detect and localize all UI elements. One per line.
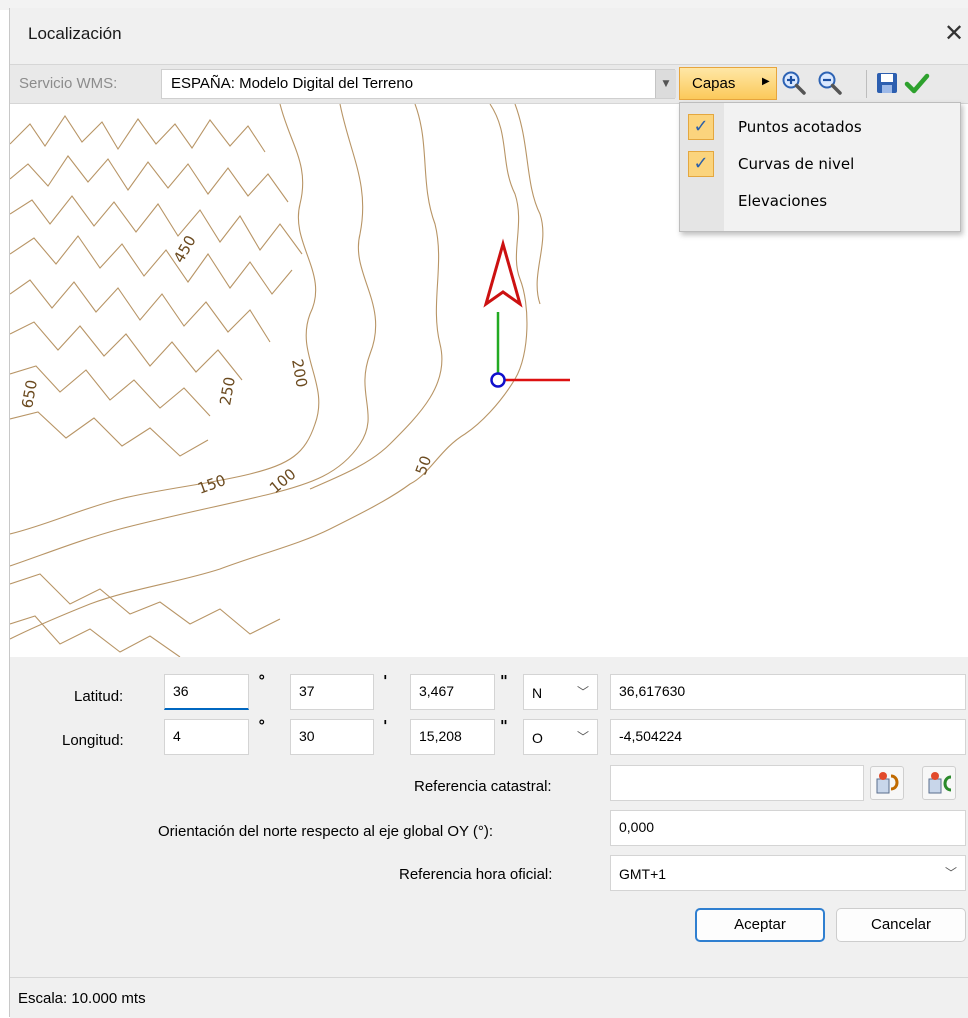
wms-dropdown-arrow-icon[interactable]: ▼ bbox=[655, 70, 676, 98]
second-mark: " bbox=[500, 672, 508, 690]
longitude-minutes-input[interactable]: 30 bbox=[290, 719, 374, 755]
chevron-down-icon: ﹀ bbox=[576, 730, 589, 744]
menu-item-label: Puntos acotados bbox=[738, 118, 862, 136]
contour-label-50: 50 bbox=[412, 453, 435, 477]
chevron-down-icon: ﹀ bbox=[576, 685, 589, 699]
menu-item-label: Curvas de nivel bbox=[738, 155, 855, 173]
check-icon: ✓ bbox=[688, 114, 714, 140]
degree-mark: ° bbox=[258, 672, 266, 690]
hemisphere-value: N bbox=[532, 685, 543, 701]
submenu-arrow-icon: ▶ bbox=[762, 76, 770, 87]
origin-marker bbox=[490, 372, 506, 388]
contour-label-100: 100 bbox=[266, 465, 300, 497]
second-mark: " bbox=[500, 717, 508, 735]
accept-button[interactable]: Aceptar bbox=[695, 908, 825, 942]
scale-text: Escala: 10.000 mts bbox=[18, 990, 146, 1007]
status-bar bbox=[10, 977, 968, 1018]
cadastral-export-button[interactable] bbox=[922, 766, 956, 800]
latitude-minutes-input[interactable]: 37 bbox=[290, 674, 374, 710]
longitude-label: Longitud: bbox=[62, 732, 124, 749]
dialog-title: Localización bbox=[28, 24, 122, 43]
longitude-seconds-input[interactable]: 15,208 bbox=[410, 719, 495, 755]
menu-item-curvas-de-nivel[interactable]: ✓ Curvas de nivel bbox=[680, 146, 960, 182]
timezone-label: Referencia hora oficial: bbox=[399, 866, 553, 883]
menu-item-puntos-acotados[interactable]: ✓ Puntos acotados bbox=[680, 109, 960, 145]
longitude-degrees-input[interactable]: 4 bbox=[164, 719, 249, 755]
contour-label-450: 450 bbox=[170, 232, 200, 266]
longitude-decimal-input[interactable]: -4,504224 bbox=[610, 719, 966, 755]
contour-label-650: 650 bbox=[18, 378, 41, 409]
capas-button[interactable]: Capas ▶ bbox=[679, 67, 777, 100]
contour-label-250: 250 bbox=[216, 375, 239, 406]
zoom-in-icon[interactable] bbox=[781, 70, 807, 96]
timezone-select[interactable]: GMT+1 ﹀ bbox=[610, 855, 966, 891]
menu-item-elevaciones[interactable]: Elevaciones bbox=[680, 183, 960, 219]
check-icon: ✓ bbox=[688, 151, 714, 177]
wms-service-label: Servicio WMS: bbox=[19, 75, 118, 92]
north-orientation-label: Orientación del norte respecto al eje gl… bbox=[158, 823, 494, 840]
zoom-out-icon[interactable] bbox=[817, 70, 843, 96]
cadastral-export-icon bbox=[928, 772, 952, 794]
accept-check-icon[interactable] bbox=[904, 70, 930, 96]
save-icon[interactable] bbox=[874, 70, 900, 96]
contour-label-200: 200 bbox=[288, 358, 311, 389]
latitude-degrees-input[interactable]: 36 bbox=[164, 674, 249, 710]
menu-item-label: Elevaciones bbox=[738, 192, 828, 210]
close-icon[interactable]: ✕ bbox=[940, 16, 968, 50]
degree-mark: ° bbox=[258, 717, 266, 735]
minute-mark: ' bbox=[383, 672, 388, 690]
latitude-hemisphere-select[interactable]: N ﹀ bbox=[523, 674, 598, 710]
cancel-button[interactable]: Cancelar bbox=[836, 908, 966, 942]
contour-lines bbox=[10, 104, 544, 657]
toolbar-separator bbox=[866, 70, 867, 98]
north-arrow-icon bbox=[483, 238, 523, 308]
cadastral-import-icon bbox=[876, 772, 899, 794]
cadastral-locate-button[interactable] bbox=[870, 766, 904, 800]
longitude-hemisphere-select[interactable]: O ﹀ bbox=[523, 719, 598, 755]
north-orientation-input[interactable]: 0,000 bbox=[610, 810, 966, 846]
capas-menu: ✓ Puntos acotados ✓ Curvas de nivel Elev… bbox=[679, 102, 961, 232]
wms-service-value: ESPAÑA: Modelo Digital del Terreno bbox=[171, 75, 414, 92]
latitude-seconds-input[interactable]: 3,467 bbox=[410, 674, 495, 710]
capas-label: Capas bbox=[692, 75, 736, 92]
chevron-down-icon: ﹀ bbox=[944, 866, 957, 880]
cadastral-label: Referencia catastral: bbox=[414, 778, 552, 795]
contour-label-150: 150 bbox=[195, 471, 228, 498]
latitude-label: Latitud: bbox=[74, 688, 124, 705]
timezone-value: GMT+1 bbox=[619, 866, 667, 882]
latitude-decimal-input[interactable]: 36,617630 bbox=[610, 674, 966, 710]
cadastral-input[interactable] bbox=[610, 765, 864, 801]
minute-mark: ' bbox=[383, 717, 388, 735]
hemisphere-value: O bbox=[532, 730, 543, 746]
